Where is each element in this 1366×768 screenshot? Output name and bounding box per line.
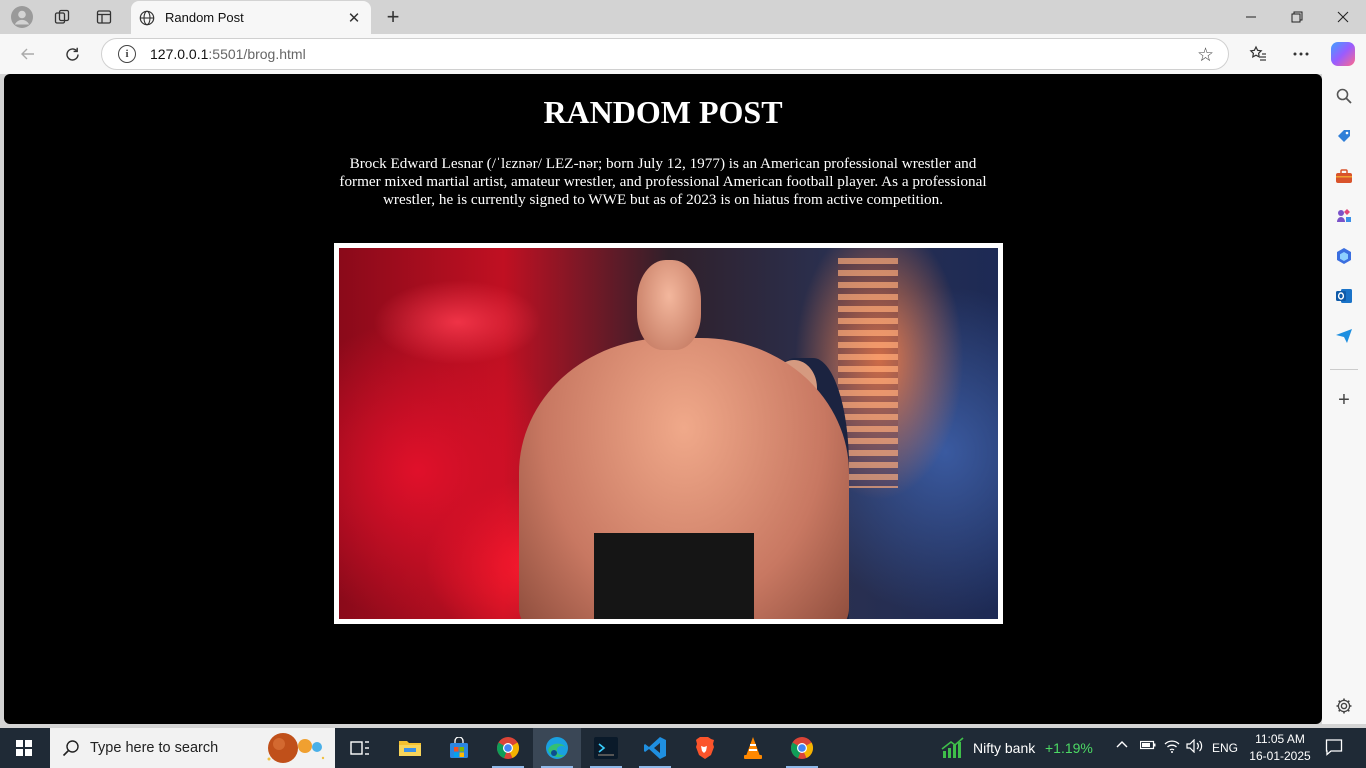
chevron-up-icon[interactable] xyxy=(1116,739,1128,754)
minimize-button[interactable] xyxy=(1228,0,1274,34)
wrestler-photo xyxy=(339,248,998,619)
tab-title: Random Post xyxy=(165,10,244,25)
favorite-star-icon[interactable]: ☆ xyxy=(1197,44,1214,67)
volume-icon[interactable] xyxy=(1186,738,1204,756)
chrome-profile-icon[interactable] xyxy=(778,728,826,768)
start-button[interactable] xyxy=(0,728,48,768)
clock-date[interactable]: 16-01-2025 xyxy=(1248,749,1312,763)
outlook-icon[interactable] xyxy=(1334,286,1354,306)
favorites-icon[interactable] xyxy=(1243,40,1273,68)
close-window-button[interactable] xyxy=(1320,0,1366,34)
restore-button[interactable] xyxy=(1274,0,1320,34)
nifty-label[interactable]: Nifty bank xyxy=(973,740,1035,756)
address-bar[interactable]: i 127.0.0.1:5501/brog.html ☆ xyxy=(101,38,1229,70)
search-icon[interactable] xyxy=(1334,86,1354,106)
url-path: :5501/brog.html xyxy=(208,46,306,62)
notifications-icon[interactable] xyxy=(1325,738,1343,759)
battery-icon[interactable] xyxy=(1139,739,1156,754)
brave-icon[interactable] xyxy=(680,728,728,768)
globe-icon xyxy=(139,10,155,26)
edge-sidebar: + xyxy=(1322,74,1366,724)
nifty-change: +1.19% xyxy=(1045,740,1093,756)
clock-time[interactable]: 11:05 AM xyxy=(1250,732,1310,746)
chrome-icon[interactable] xyxy=(484,728,532,768)
refresh-button[interactable] xyxy=(57,40,87,68)
microsoft-365-icon[interactable] xyxy=(1334,246,1354,266)
vertical-tabs-icon[interactable] xyxy=(90,4,118,30)
vscode-icon[interactable] xyxy=(631,728,679,768)
wifi-icon[interactable] xyxy=(1164,739,1180,756)
tab-strip: Random Post ✕ + xyxy=(0,0,1366,34)
site-info-icon[interactable]: i xyxy=(118,45,136,63)
tools-icon[interactable] xyxy=(1334,166,1354,186)
navigation-bar: i 127.0.0.1:5501/brog.html ☆ xyxy=(0,34,1366,74)
page-title: RANDOM POST xyxy=(543,94,783,130)
post-paragraph: Brock Edward Lesnar (/ˈlɛznər/ LEZ-nər; … xyxy=(339,155,987,208)
vlc-icon[interactable] xyxy=(729,728,777,768)
page-viewport: RANDOM POST Brock Edward Lesnar (/ˈlɛznə… xyxy=(4,74,1322,724)
send-icon[interactable] xyxy=(1334,326,1354,346)
new-tab-button[interactable]: + xyxy=(380,4,406,30)
copilot-icon[interactable] xyxy=(1331,42,1355,66)
shopping-tag-icon[interactable] xyxy=(1334,126,1354,146)
back-button[interactable] xyxy=(13,40,43,68)
url-host: 127.0.0.1 xyxy=(150,46,209,62)
windows-logo-icon xyxy=(16,740,32,756)
profile-icon[interactable] xyxy=(8,4,36,30)
search-highlight-icon xyxy=(267,733,325,763)
workspaces-icon[interactable] xyxy=(48,4,76,30)
search-placeholder: Type here to search xyxy=(90,740,219,756)
tab-random-post[interactable]: Random Post ✕ xyxy=(131,1,371,34)
task-view-icon[interactable] xyxy=(336,728,384,768)
sidebar-settings-icon[interactable] xyxy=(1334,696,1354,716)
edge-icon[interactable] xyxy=(533,728,581,768)
search-icon xyxy=(62,739,80,757)
stock-chart-icon[interactable] xyxy=(941,737,965,762)
post-image xyxy=(334,243,1003,624)
close-tab-icon[interactable]: ✕ xyxy=(343,7,365,29)
file-explorer-icon[interactable] xyxy=(386,728,434,768)
more-options-icon[interactable] xyxy=(1286,40,1316,68)
terminal-app-icon[interactable] xyxy=(582,728,630,768)
microsoft-store-icon[interactable] xyxy=(435,728,483,768)
taskbar-search[interactable]: Type here to search xyxy=(50,728,335,768)
add-sidebar-app-icon[interactable]: + xyxy=(1334,389,1354,411)
language-indicator[interactable]: ENG xyxy=(1212,741,1238,755)
taskbar: Type here to search Nifty bank +1.19% EN… xyxy=(0,728,1366,768)
games-icon[interactable] xyxy=(1334,206,1354,226)
